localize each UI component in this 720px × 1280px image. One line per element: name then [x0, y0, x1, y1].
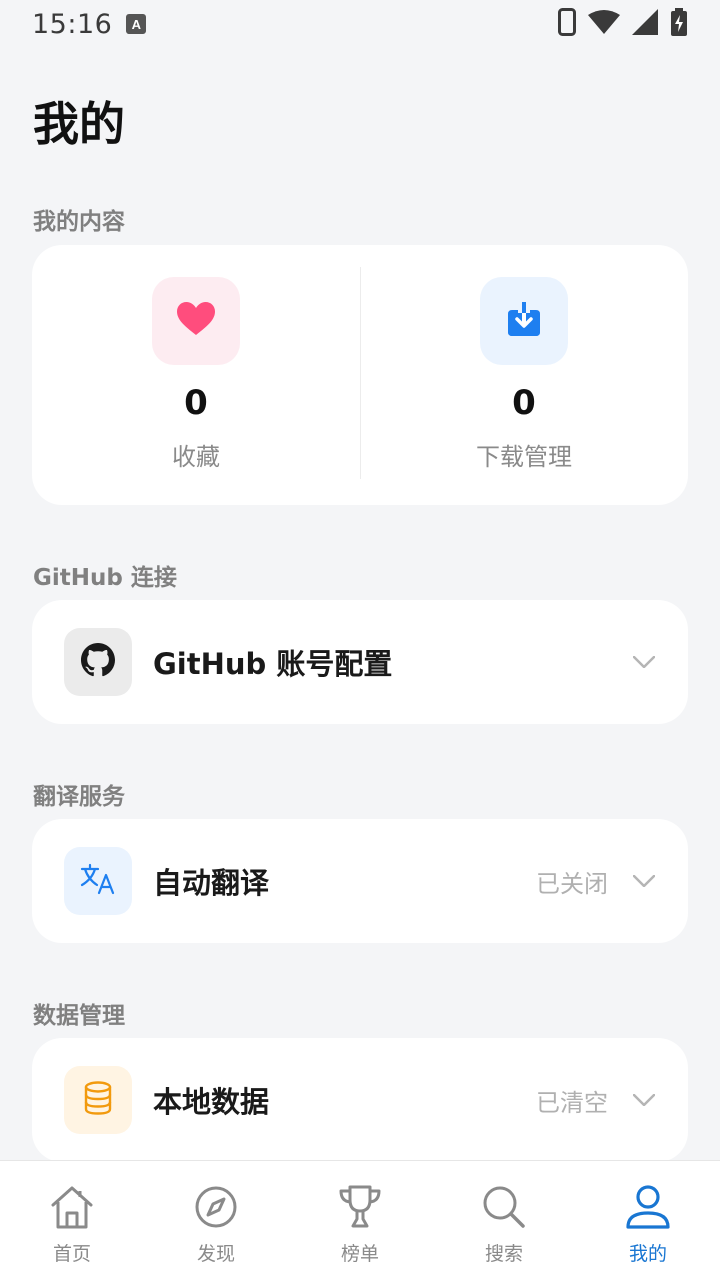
- downloads-item[interactable]: 0 下载管理: [360, 245, 688, 505]
- database-icon-box: [64, 1066, 132, 1134]
- downloads-icon-box: [480, 277, 568, 365]
- translate-icon-box: [64, 847, 132, 915]
- person-icon: [624, 1183, 672, 1231]
- status-bar: 15:16 A: [0, 0, 720, 48]
- battery-icon: [670, 8, 688, 40]
- bottom-nav: 首页 发现 榜单 搜索 我的: [0, 1160, 720, 1280]
- local-data-row-label: 本地数据: [153, 1085, 270, 1119]
- chevron-down-icon: [632, 650, 656, 674]
- section-title-data: 数据管理: [33, 1003, 125, 1029]
- github-row-label: GitHub 账号配置: [153, 647, 393, 681]
- translate-row-label: 自动翻译: [153, 866, 270, 900]
- search-icon: [480, 1183, 528, 1231]
- nav-search-label: 搜索: [484, 1243, 523, 1265]
- nav-search[interactable]: 搜索: [432, 1161, 576, 1280]
- section-title-translate: 翻译服务: [33, 784, 125, 810]
- page-title: 我的: [33, 97, 125, 151]
- nav-mine[interactable]: 我的: [576, 1161, 720, 1280]
- download-icon: [508, 302, 540, 340]
- favorites-count: 0: [184, 383, 208, 423]
- github-icon-box: [64, 628, 132, 696]
- notification-a-icon: A: [126, 14, 147, 34]
- downloads-count: 0: [512, 383, 536, 423]
- favorites-item[interactable]: 0 收藏: [32, 245, 360, 505]
- compass-icon: [192, 1183, 240, 1231]
- auto-translate-row[interactable]: 自动翻译 已关闭: [32, 819, 688, 943]
- local-data-status: 已清空: [536, 1088, 608, 1117]
- github-icon: [81, 643, 115, 681]
- nav-rankings[interactable]: 榜单: [288, 1161, 432, 1280]
- chevron-down-icon: [632, 1088, 656, 1112]
- nav-home[interactable]: 首页: [0, 1161, 144, 1280]
- phone-icon: [558, 8, 576, 40]
- section-title-github: GitHub 连接: [33, 565, 177, 591]
- home-icon: [48, 1183, 96, 1231]
- nav-rankings-label: 榜单: [340, 1243, 379, 1265]
- wifi-icon: [588, 10, 620, 38]
- trophy-icon: [336, 1183, 384, 1231]
- heart-icon: [177, 302, 215, 340]
- database-icon: [83, 1081, 113, 1119]
- github-account-row[interactable]: GitHub 账号配置: [32, 600, 688, 724]
- downloads-label: 下载管理: [476, 443, 572, 471]
- nav-mine-label: 我的: [628, 1243, 667, 1265]
- nav-discover-label: 发现: [196, 1243, 235, 1265]
- status-time: 15:16: [32, 8, 113, 40]
- translate-icon: [80, 863, 116, 899]
- translate-status: 已关闭: [536, 869, 608, 898]
- nav-discover[interactable]: 发现: [144, 1161, 288, 1280]
- status-icons: [558, 8, 688, 40]
- signal-icon: [632, 9, 658, 39]
- favorites-icon-box: [152, 277, 240, 365]
- nav-home-label: 首页: [52, 1243, 91, 1265]
- my-content-card: 0 收藏 0 下载管理: [32, 245, 688, 505]
- section-title-my-content: 我的内容: [33, 209, 125, 235]
- chevron-down-icon: [632, 869, 656, 893]
- favorites-label: 收藏: [172, 443, 220, 471]
- local-data-row[interactable]: 本地数据 已清空: [32, 1038, 688, 1162]
